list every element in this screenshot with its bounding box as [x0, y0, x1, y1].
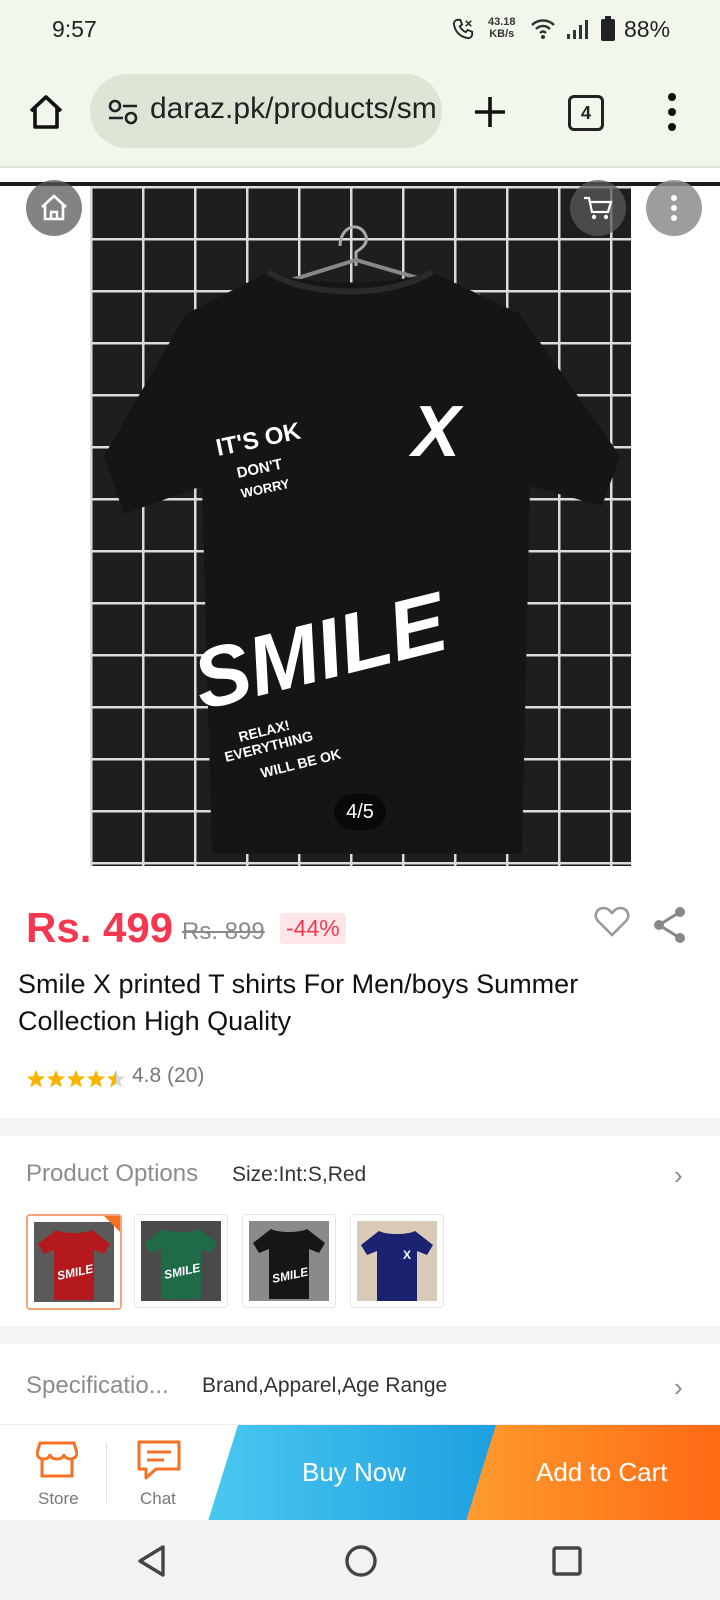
- buy-now-label: Buy Now: [302, 1457, 407, 1487]
- action-divider: [106, 1443, 107, 1503]
- tshirt-black-image: SMILE: [249, 1221, 329, 1301]
- home-icon: [41, 194, 67, 221]
- bottom-action-bar: Store Chat Buy Now Add to Cart: [0, 1424, 720, 1521]
- product-title: Smile X printed T shirts For Men/boys Su…: [18, 969, 579, 1036]
- signal-icon: [567, 20, 588, 39]
- status-time: 9:57: [52, 16, 97, 42]
- net-speed: 43.18 KB/s: [488, 16, 516, 40]
- specification-chevron-icon[interactable]: ›: [674, 1372, 683, 1403]
- store-button[interactable]: Store: [0, 1425, 106, 1521]
- more-vertical-icon: [671, 195, 677, 221]
- section-divider: [0, 1326, 720, 1344]
- share-icon[interactable]: [652, 906, 688, 944]
- store-icon: [36, 1441, 78, 1478]
- product-gallery[interactable]: IT'S OK DON'T WORRY X SMILE RELAX! EVERY…: [0, 180, 720, 866]
- thumb-print-x: X: [403, 1248, 411, 1262]
- system-nav-bar: [0, 1520, 720, 1600]
- back-nav-icon[interactable]: [136, 1544, 168, 1578]
- chat-button[interactable]: Chat: [110, 1425, 208, 1521]
- options-value: Size:Int:S,Red: [232, 1163, 367, 1186]
- specification-label: Specificatio...: [26, 1372, 169, 1399]
- address-bar[interactable]: daraz.pk/products/sm: [90, 74, 442, 148]
- options-label: Product Options: [26, 1160, 199, 1187]
- battery-percent: 88%: [624, 16, 671, 42]
- store-label: Store: [38, 1489, 79, 1508]
- new-tab-icon[interactable]: [472, 94, 508, 130]
- gallery-counter: 4/5: [334, 794, 386, 830]
- tshirt-green-image: SMILE: [141, 1221, 221, 1301]
- more-options-icon[interactable]: [666, 92, 678, 132]
- price: Rs. 499: [26, 904, 174, 951]
- variant-thumb-red[interactable]: SMILE: [26, 1214, 122, 1310]
- buy-now-button[interactable]: Buy Now: [208, 1425, 498, 1521]
- call-icon: [452, 18, 474, 40]
- tshirt-red-image: SMILE: [34, 1222, 114, 1302]
- discount-badge: -44%: [280, 913, 346, 944]
- rating-stars: [26, 1067, 126, 1091]
- wishlist-heart-icon[interactable]: [594, 906, 630, 938]
- add-to-cart-label: Add to Cart: [536, 1457, 668, 1487]
- specification-value: Brand,Apparel,Age Range: [202, 1374, 448, 1397]
- variant-thumb-green[interactable]: SMILE: [134, 1214, 228, 1308]
- net-speed-unit: KB/s: [489, 28, 515, 40]
- chat-icon: [137, 1440, 181, 1480]
- wifi-icon: [531, 19, 555, 39]
- original-price: Rs. 899: [182, 918, 265, 945]
- home-icon[interactable]: [26, 92, 66, 132]
- tshirt-photo: IT'S OK DON'T WORRY X SMILE RELAX! EVERY…: [90, 186, 631, 866]
- recents-nav-icon[interactable]: [552, 1546, 582, 1576]
- browser-toolbar: daraz.pk/products/sm 4: [0, 62, 720, 168]
- home-nav-icon[interactable]: [344, 1544, 378, 1578]
- product-image[interactable]: IT'S OK DON'T WORRY X SMILE RELAX! EVERY…: [90, 186, 631, 866]
- variant-thumb-black[interactable]: SMILE: [242, 1214, 336, 1308]
- store-home-button[interactable]: [26, 180, 82, 236]
- print-x-mark: X: [408, 392, 464, 472]
- options-chevron-icon[interactable]: ›: [674, 1160, 683, 1191]
- status-bar: 9:57 43.18 KB/s 88%: [0, 0, 720, 62]
- site-settings-icon[interactable]: [108, 99, 138, 125]
- share-menu-button[interactable]: [646, 180, 702, 236]
- tab-switcher-button[interactable]: 4: [568, 95, 604, 131]
- variant-thumb-navy[interactable]: X: [350, 1214, 444, 1308]
- net-speed-value: 43.18: [488, 16, 516, 28]
- url-text[interactable]: daraz.pk/products/sm: [150, 92, 437, 126]
- chat-label: Chat: [140, 1489, 176, 1508]
- add-to-cart-button[interactable]: Add to Cart: [466, 1425, 720, 1521]
- selected-corner-marker: [104, 1216, 120, 1232]
- cart-button[interactable]: [570, 180, 626, 236]
- stars-icon: [26, 1070, 126, 1088]
- section-divider: [0, 1118, 720, 1136]
- tshirt-navy-image: X: [357, 1221, 437, 1301]
- rating-text: 4.8 (20): [132, 1064, 205, 1087]
- battery-icon: [601, 16, 615, 41]
- cart-icon: [584, 196, 613, 220]
